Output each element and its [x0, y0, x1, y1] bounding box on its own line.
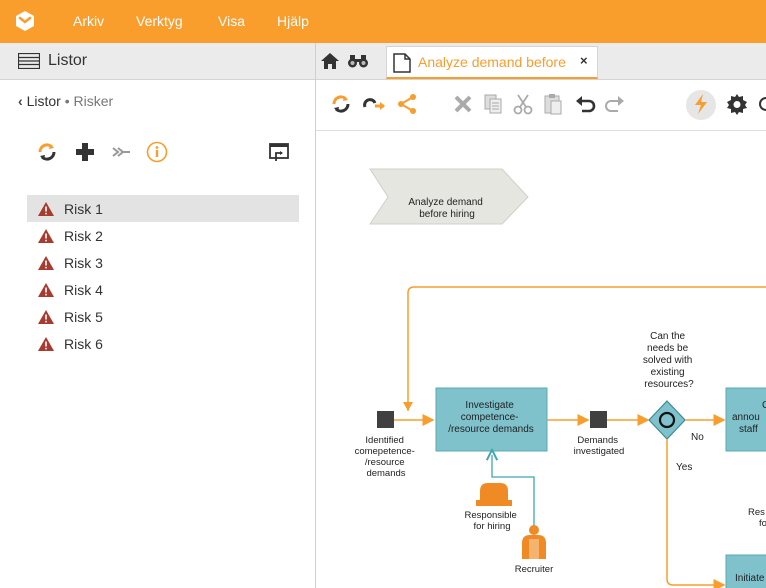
lists-panel: Listor ‹ Listor • Risker Risk 1 Risk 2 R…: [0, 43, 316, 588]
undo-icon[interactable]: [574, 93, 596, 115]
breadcrumb-current: Risker: [73, 93, 114, 109]
intermediate-event[interactable]: [590, 411, 607, 428]
intermediate-event-label: Demands investigated: [574, 435, 625, 457]
binoculars-icon[interactable]: [347, 54, 369, 68]
home-icon[interactable]: [320, 52, 340, 70]
start-event[interactable]: [377, 411, 394, 428]
risk-label: Risk 4: [64, 282, 103, 298]
redo-icon[interactable]: [604, 93, 626, 115]
decision-gateway[interactable]: [648, 400, 686, 440]
refresh-icon[interactable]: [36, 141, 58, 163]
refresh-icon[interactable]: [330, 93, 352, 115]
lists-panel-header: Listor: [0, 43, 315, 80]
gear-icon[interactable]: [726, 93, 748, 115]
lists-panel-title: Listor: [48, 52, 88, 69]
responsible-role-icon[interactable]: [476, 483, 512, 506]
breadcrumb-separator: •: [64, 93, 70, 109]
tab-analyze-demand[interactable]: Analyze demand before ×: [386, 46, 598, 79]
menu-arkiv[interactable]: Arkiv: [73, 13, 104, 29]
top-menu-bar: Arkiv Verktyg Visa Hjälp: [0, 0, 766, 43]
cut-icon[interactable]: [512, 93, 534, 115]
connect-flow-icon[interactable]: [362, 93, 386, 115]
add-icon[interactable]: [74, 141, 96, 163]
risk-item[interactable]: Risk 2: [27, 222, 299, 249]
recruiter-role-icon[interactable]: [522, 525, 546, 559]
risk-label: Risk 5: [64, 309, 103, 325]
warning-icon: [38, 310, 54, 324]
warning-icon: [38, 229, 54, 243]
risk-label: Risk 3: [64, 255, 103, 271]
risk-item[interactable]: Risk 4: [27, 276, 299, 303]
document-tab-bar: Analyze demand before ×: [316, 43, 766, 80]
recruiter-role-label: Recruiter: [515, 564, 554, 575]
tab-title: Analyze demand before: [418, 54, 566, 70]
risk-label: Risk 2: [64, 228, 103, 244]
list-icon[interactable]: [18, 53, 40, 69]
warning-icon: [38, 337, 54, 351]
diagram-toolbar: [316, 80, 766, 131]
document-icon: [393, 53, 411, 73]
risk-item[interactable]: Risk 1: [27, 195, 299, 222]
label-yes: Yes: [676, 462, 692, 473]
menu-visa[interactable]: Visa: [218, 13, 245, 29]
breadcrumb: ‹ Listor • Risker: [18, 93, 113, 109]
risk-label: Risk 6: [64, 336, 103, 352]
back-chevron-icon[interactable]: ‹: [18, 93, 23, 109]
risk-list: Risk 1 Risk 2 Risk 3 Risk 4 Risk 5 Risk …: [27, 195, 299, 357]
start-event-label: Identified comepetence- /resource demand…: [355, 435, 418, 479]
lightning-icon[interactable]: [693, 93, 709, 115]
risk-item[interactable]: Risk 6: [27, 330, 299, 357]
copy-icon[interactable]: [482, 93, 504, 115]
process-header-label: Analyze demand before hiring: [408, 197, 485, 220]
flow-connector-yes: [666, 439, 726, 588]
menu-verktyg[interactable]: Verktyg: [136, 13, 183, 29]
move-arrow-icon[interactable]: [110, 141, 132, 163]
loop-arrow: [403, 402, 413, 411]
responsible-partial-label: Res fo: [748, 507, 766, 529]
diagram-canvas[interactable]: Analyze demand before hiring Identified …: [316, 131, 766, 588]
menu-hjalp[interactable]: Hjälp: [277, 13, 309, 29]
responsible-role-label: Responsible for hiring: [465, 510, 520, 532]
breadcrumb-parent[interactable]: Listor: [27, 93, 61, 109]
label-no: No: [691, 432, 704, 443]
tab-close-icon[interactable]: ×: [580, 53, 588, 68]
risk-item[interactable]: Risk 3: [27, 249, 299, 276]
warning-icon: [38, 256, 54, 270]
gateway-question: Can the needs be solved with existing re…: [643, 331, 695, 390]
app-logo-icon[interactable]: [13, 9, 37, 33]
warning-icon: [38, 202, 54, 216]
more-options-icon[interactable]: [758, 93, 766, 115]
info-icon[interactable]: [146, 141, 168, 163]
task-initiate-label: Initiate: [735, 573, 765, 584]
risk-label: Risk 1: [64, 201, 103, 217]
process-diagram: Analyze demand before hiring Identified …: [355, 168, 766, 588]
warning-icon: [38, 283, 54, 297]
delete-icon[interactable]: [452, 93, 474, 115]
risk-item[interactable]: Risk 5: [27, 303, 299, 330]
paste-icon[interactable]: [542, 93, 564, 115]
share-icon[interactable]: [396, 93, 418, 115]
open-window-icon[interactable]: [268, 141, 290, 163]
